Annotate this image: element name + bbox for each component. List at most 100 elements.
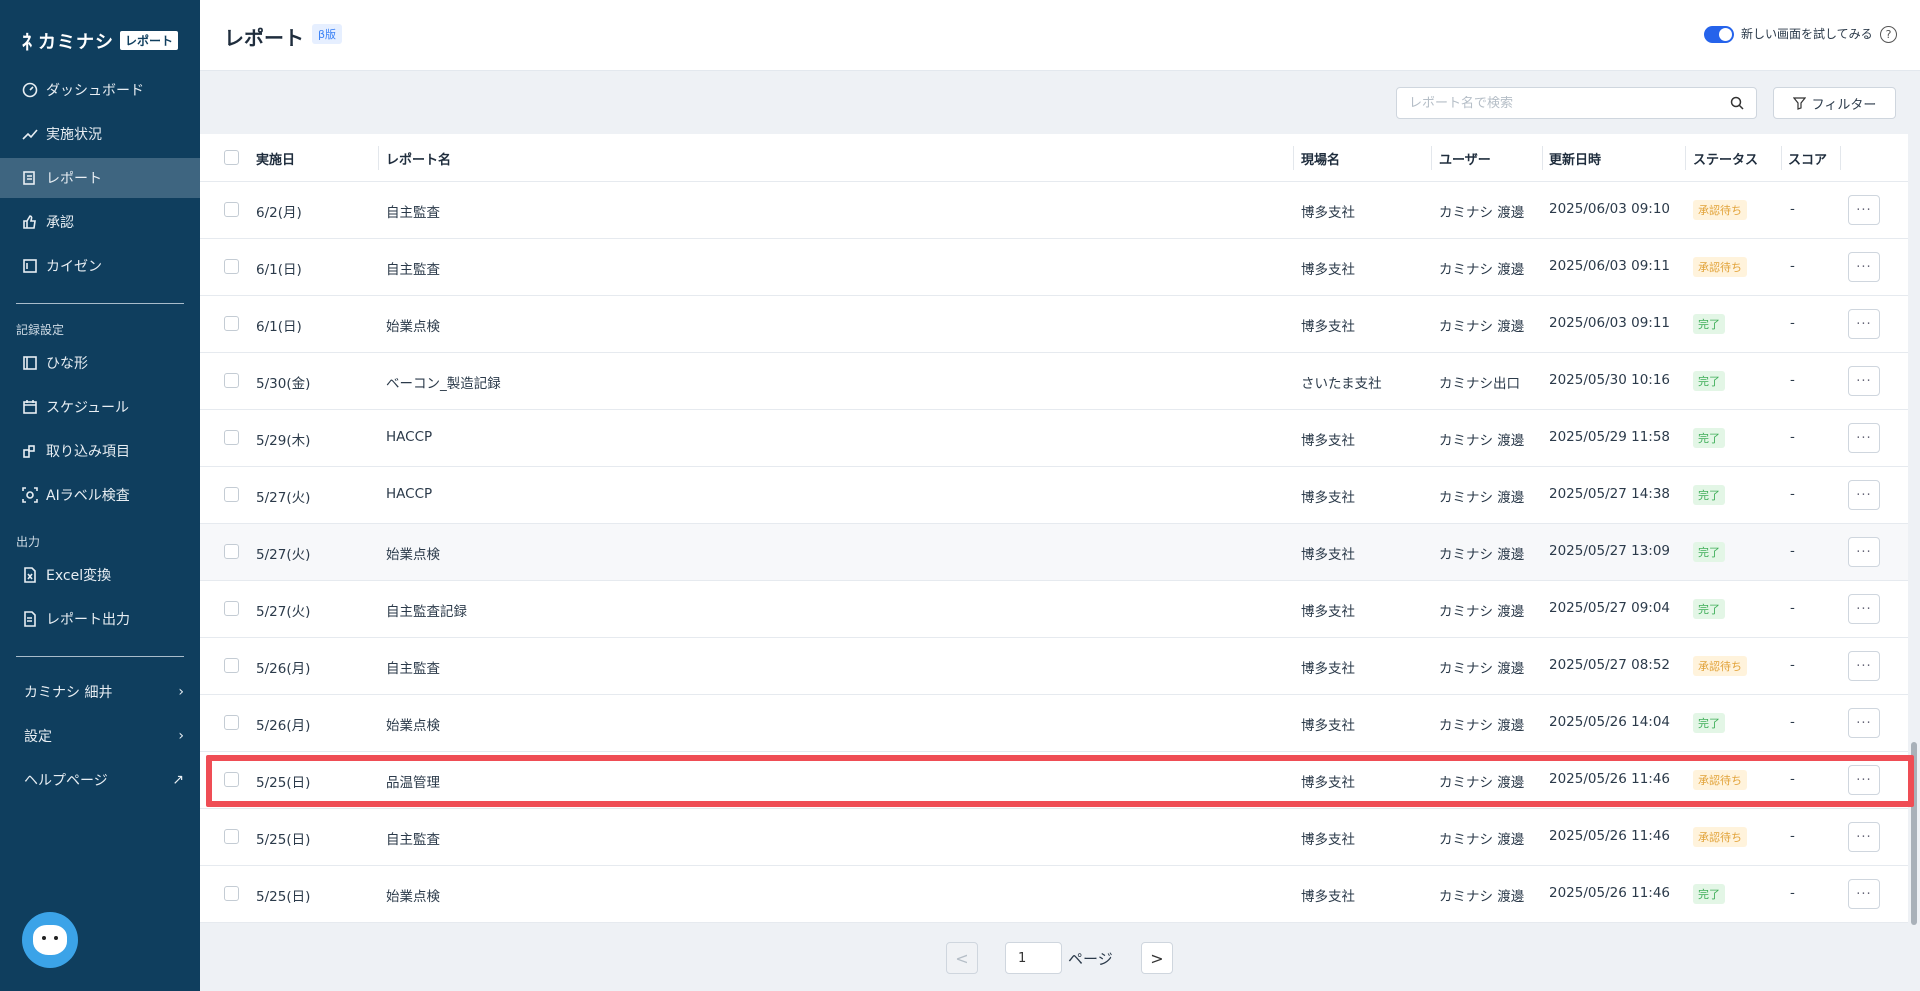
- row-checkbox[interactable]: [224, 487, 239, 502]
- sidebar-item-approval[interactable]: 承認: [0, 202, 200, 242]
- filter-button[interactable]: フィルター: [1773, 87, 1896, 119]
- kaizen-icon: [22, 258, 38, 274]
- row-checkbox[interactable]: [224, 259, 239, 274]
- table-row[interactable]: 5/27(火) 自主監査記録 博多支社 カミナシ 渡邊 2025/05/27 09:04…: [200, 581, 1908, 638]
- prev-page-button[interactable]: <: [946, 942, 978, 974]
- sidebar-item-label: レポート出力: [46, 612, 130, 628]
- row-checkbox[interactable]: [224, 829, 239, 844]
- sidebar-item-excel[interactable]: Excel変換: [0, 555, 200, 595]
- cell-report-name[interactable]: 品温管理: [386, 771, 440, 791]
- cell-report-name[interactable]: 自主監査: [386, 828, 440, 848]
- sidebar-item-report-export[interactable]: レポート出力: [0, 599, 200, 639]
- cell-user: カミナシ 渡邊: [1439, 775, 1525, 791]
- more-actions-button[interactable]: ···: [1848, 309, 1880, 339]
- sidebar-item-progress[interactable]: 実施状況: [0, 114, 200, 154]
- table-row[interactable]: 5/26(月) 自主監査 博多支社 カミナシ 渡邊 2025/05/27 08:52 承認…: [200, 638, 1908, 695]
- sidebar-user-menu[interactable]: カミナシ 細井 ›: [0, 672, 200, 712]
- sidebar-item-dashboard[interactable]: ダッシュボード: [0, 70, 200, 110]
- table-row[interactable]: 5/27(火) 始業点検 博多支社 カミナシ 渡邊 2025/05/27 13:09 完了…: [200, 524, 1908, 581]
- sidebar-item-ai-label[interactable]: AIラベル検査: [0, 475, 200, 515]
- cell-report-name[interactable]: 自主監査: [386, 657, 440, 677]
- table-row[interactable]: 5/25(日) 始業点検 博多支社 カミナシ 渡邊 2025/05/26 11:46 完了…: [200, 866, 1908, 923]
- row-checkbox[interactable]: [224, 430, 239, 445]
- table-row[interactable]: 5/25(日) 自主監査 博多支社 カミナシ 渡邊 2025/05/26 11:46 承認…: [200, 809, 1908, 866]
- row-checkbox[interactable]: [224, 658, 239, 673]
- more-actions-button[interactable]: ···: [1848, 651, 1880, 681]
- more-actions-button[interactable]: ···: [1848, 480, 1880, 510]
- sidebar-item-template[interactable]: ひな形: [0, 343, 200, 383]
- column-header-user[interactable]: ユーザー: [1439, 149, 1491, 168]
- row-checkbox[interactable]: [224, 886, 239, 901]
- sidebar-item-import[interactable]: 取り込み項目: [0, 431, 200, 471]
- more-actions-button[interactable]: ···: [1848, 822, 1880, 852]
- cell-report-name[interactable]: 始業点検: [386, 885, 440, 905]
- more-actions-button[interactable]: ···: [1848, 879, 1880, 909]
- cell-report-name[interactable]: 自主監査: [386, 258, 440, 278]
- column-header-status[interactable]: ステータス: [1693, 149, 1758, 168]
- column-header-updated[interactable]: 更新日時: [1549, 149, 1601, 168]
- more-actions-button[interactable]: ···: [1848, 708, 1880, 738]
- table-row[interactable]: 5/26(月) 始業点検 博多支社 カミナシ 渡邊 2025/05/26 14:04 完了…: [200, 695, 1908, 752]
- cell-site: 博多支社: [1301, 262, 1355, 278]
- table-row[interactable]: 5/25(日) 品温管理 博多支社 カミナシ 渡邊 2025/05/26 11:46 承認…: [200, 752, 1908, 809]
- more-actions-button[interactable]: ···: [1848, 366, 1880, 396]
- cell-report-name[interactable]: HACCP: [386, 486, 432, 502]
- table-row[interactable]: 6/1(日) 始業点検 博多支社 カミナシ 渡邊 2025/06/03 09:11 完了 -…: [200, 296, 1908, 353]
- cell-date: 5/27(火): [256, 547, 311, 563]
- column-header-score[interactable]: スコア: [1788, 149, 1827, 168]
- select-all-checkbox[interactable]: [224, 150, 239, 165]
- sidebar-item-report[interactable]: レポート: [0, 158, 200, 198]
- cell-user: カミナシ 渡邊: [1439, 832, 1525, 848]
- table-row[interactable]: 6/1(日) 自主監査 博多支社 カミナシ 渡邊 2025/06/03 09:11 承認待…: [200, 239, 1908, 296]
- sidebar-item-schedule[interactable]: スケジュール: [0, 387, 200, 427]
- page-number-input[interactable]: 1: [1005, 942, 1062, 974]
- row-checkbox[interactable]: [224, 544, 239, 559]
- help-icon[interactable]: ?: [1880, 26, 1897, 43]
- new-ui-toggle[interactable]: [1704, 26, 1734, 43]
- cell-report-name[interactable]: 始業点検: [386, 315, 440, 335]
- row-checkbox[interactable]: [224, 601, 239, 616]
- sidebar-item-kaizen[interactable]: カイゼン: [0, 246, 200, 286]
- search-box: [1396, 87, 1757, 119]
- row-checkbox[interactable]: [224, 772, 239, 787]
- sidebar-help-page[interactable]: ヘルプページ ↗: [0, 760, 200, 800]
- column-header-site[interactable]: 現場名: [1301, 149, 1340, 168]
- column-header-report-name[interactable]: レポート名: [386, 149, 451, 168]
- table-row[interactable]: 5/29(木) HACCP 博多支社 カミナシ 渡邊 2025/05/29 11:58 完…: [200, 410, 1908, 467]
- row-checkbox[interactable]: [224, 316, 239, 331]
- table-row[interactable]: 5/27(火) HACCP 博多支社 カミナシ 渡邊 2025/05/27 14:38 完…: [200, 467, 1908, 524]
- cell-score: -: [1790, 771, 1795, 787]
- table-row[interactable]: 6/2(月) 自主監査 博多支社 カミナシ 渡邊 2025/06/03 09:10 承認待…: [200, 182, 1908, 239]
- cell-report-name[interactable]: 始業点検: [386, 543, 440, 563]
- more-actions-button[interactable]: ···: [1848, 252, 1880, 282]
- more-actions-button[interactable]: ···: [1848, 765, 1880, 795]
- cell-report-name[interactable]: ベーコン_製造記録: [386, 372, 501, 392]
- cell-updated: 2025/06/03 09:10: [1549, 201, 1671, 217]
- row-checkbox[interactable]: [224, 373, 239, 388]
- more-actions-button[interactable]: ···: [1848, 537, 1880, 567]
- cell-report-name[interactable]: 自主監査記録: [386, 600, 467, 620]
- cell-report-name[interactable]: 自主監査: [386, 201, 440, 221]
- next-page-button[interactable]: >: [1141, 942, 1173, 974]
- sidebar-item-label: 取り込み項目: [46, 444, 130, 460]
- sidebar-settings[interactable]: 設定 ›: [0, 716, 200, 756]
- status-badge: 完了: [1693, 713, 1725, 733]
- cell-date: 5/25(日): [256, 889, 311, 905]
- row-checkbox[interactable]: [224, 715, 239, 730]
- more-actions-button[interactable]: ···: [1848, 594, 1880, 624]
- column-header-date[interactable]: 実施日: [256, 149, 295, 168]
- row-checkbox[interactable]: [224, 202, 239, 217]
- sidebar-item-label: Excel変換: [46, 568, 112, 584]
- more-actions-button[interactable]: ···: [1848, 195, 1880, 225]
- new-ui-toggle-label: 新しい画面を試してみる: [1741, 27, 1873, 41]
- avatar[interactable]: [22, 912, 78, 968]
- search-icon[interactable]: [1730, 96, 1744, 110]
- table-row[interactable]: 5/30(金) ベーコン_製造記録 さいたま支社 カミナシ出口 2025/05/30 1…: [200, 353, 1908, 410]
- app-logo[interactable]: ﾈ カミナシ レポート: [22, 26, 179, 55]
- more-actions-button[interactable]: ···: [1848, 423, 1880, 453]
- search-input[interactable]: [1409, 95, 1709, 111]
- cell-report-name[interactable]: HACCP: [386, 429, 432, 445]
- cell-site: 博多支社: [1301, 433, 1355, 449]
- cell-report-name[interactable]: 始業点検: [386, 714, 440, 734]
- scrollbar-thumb[interactable]: [1911, 742, 1917, 925]
